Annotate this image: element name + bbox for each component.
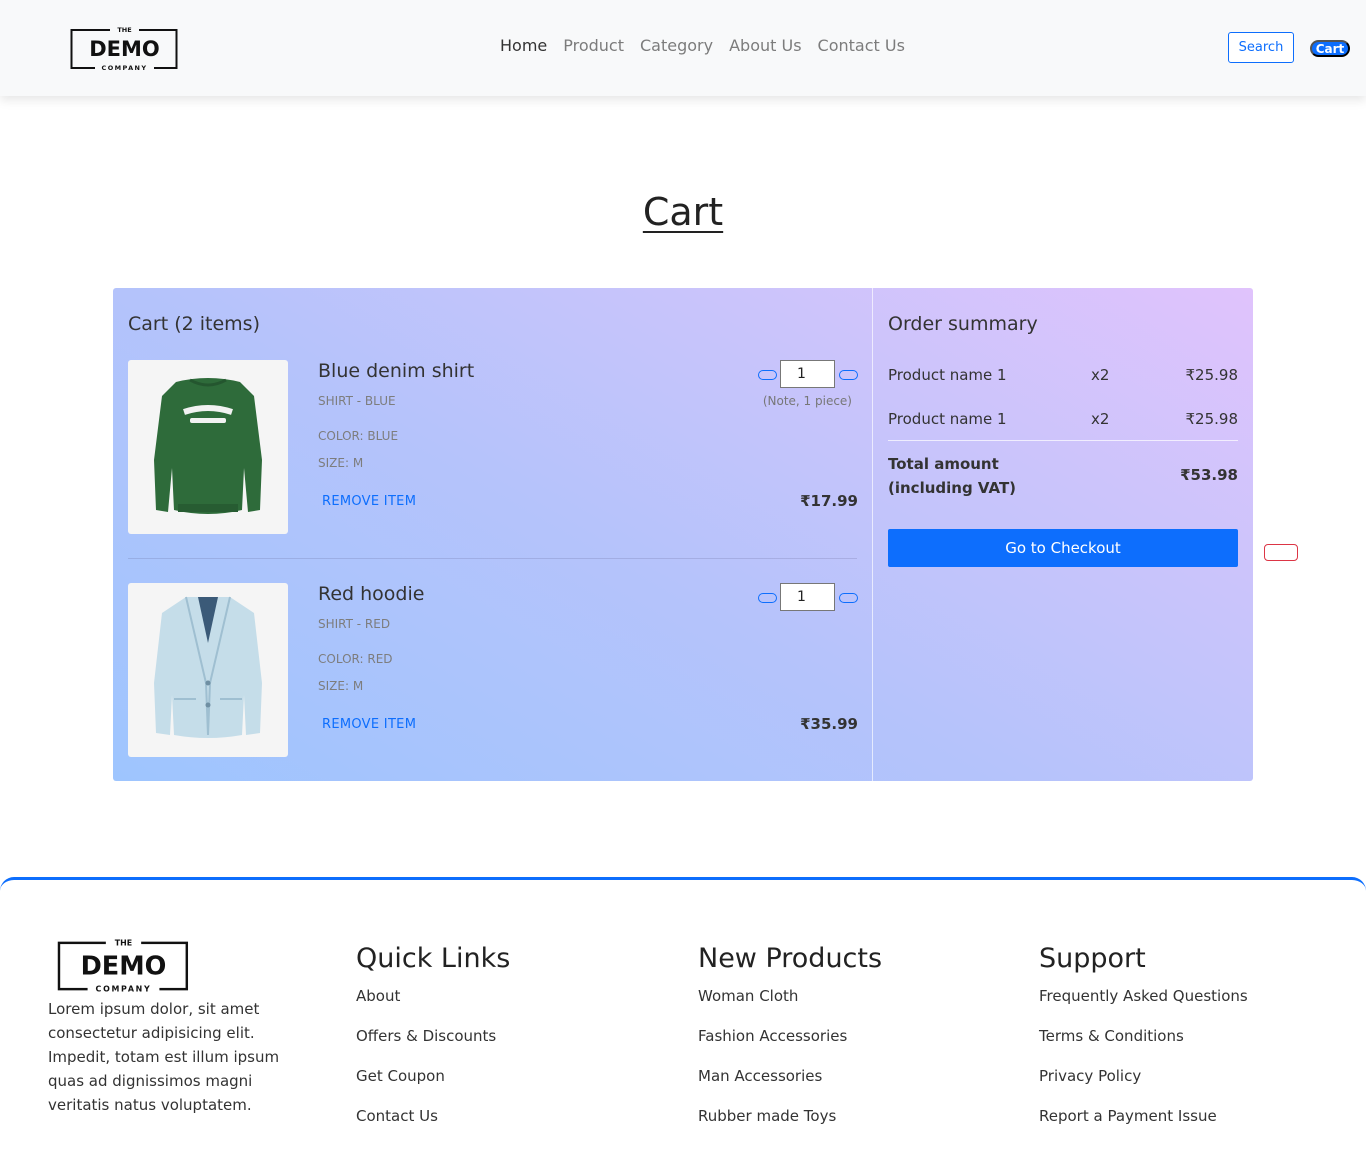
footer-description: Lorem ipsum dolor, sit amet consectetur … [48,1000,280,1114]
quantity-decrease-button[interactable] [758,593,777,603]
footer-column-new-products: New Products Woman Cloth Fashion Accesso… [698,943,882,1147]
total-label-line-2: (including VAT) [888,479,1017,497]
denim-jacket-image [128,583,288,757]
quantity-increase-button[interactable] [839,593,858,603]
logo-main-text: DEMO [89,37,160,61]
checkout-button[interactable]: Go to Checkout [888,529,1238,567]
footer-link[interactable]: Man Accessories [698,1067,882,1107]
footer-column-title: New Products [698,943,883,974]
remove-item-link[interactable]: REMOVE ITEM [322,494,416,509]
footer-link[interactable]: Fashion Accessories [698,1027,882,1067]
cart-button[interactable]: Cart [1310,40,1350,57]
summary-product-qty: x2 [1091,410,1110,428]
order-summary-title: Order summary [888,313,1038,335]
footer-logo-main-text: DEMO [81,952,167,982]
item-size: SIZE: M [318,456,364,470]
quantity-input[interactable] [780,360,835,388]
search-button[interactable]: Search [1228,32,1294,63]
panel-divider [872,288,873,781]
footer-link[interactable]: Get Coupon [356,1067,510,1107]
page-title: Cart [642,190,724,234]
company-logo[interactable]: THE DEMO COMPANY [70,26,179,72]
green-sweatshirt-image [128,360,288,534]
item-color: COLOR: BLUE [318,429,399,443]
footer-link[interactable]: Report a Payment Issue [1039,1107,1248,1147]
footer-logo[interactable]: THE DEMO COMPANY [56,938,191,994]
nav-link-contact-us[interactable]: Contact Us [818,36,905,55]
main-nav: Home Product Category About Us Contact U… [500,36,905,55]
total-label: Total amount (including VAT) [888,452,1016,500]
logo-bottom-text: COMPANY [102,64,148,72]
summary-product-name: Product name 1 [888,410,1007,428]
nav-link-home[interactable]: Home [500,36,547,55]
quantity-decrease-button[interactable] [758,370,777,380]
cart-items-title: Cart (2 items) [128,313,260,335]
nav-link-about-us[interactable]: About Us [729,36,801,55]
quantity-increase-button[interactable] [839,370,858,380]
total-label-line-1: Total amount [888,455,999,473]
footer-column-title: Support [1039,943,1146,974]
summary-product-price: ₹25.98 [1185,410,1239,428]
footer-link[interactable]: Rubber made Toys [698,1107,882,1147]
summary-product-name: Product name 1 [888,366,1007,384]
nav-link-product[interactable]: Product [563,36,624,55]
footer-link[interactable]: Privacy Policy [1039,1067,1248,1107]
quantity-input[interactable] [780,583,835,611]
summary-divider [888,440,1238,441]
item-divider [128,558,857,559]
item-name: Blue denim shirt [318,360,475,382]
navbar: THE DEMO COMPANY Home Product Category A… [0,0,1366,96]
footer-link[interactable]: Contact Us [356,1107,510,1147]
item-size: SIZE: M [318,679,364,693]
footer-column-quick-links: Quick Links About Offers & Discounts Get… [356,943,510,1147]
item-name: Red hoodie [318,583,425,605]
footer-link[interactable]: Frequently Asked Questions [1039,987,1248,1027]
item-color: COLOR: RED [318,652,393,666]
summary-product-price: ₹25.98 [1185,366,1239,384]
footer-logo-top-text: THE [115,938,132,947]
logo-top-text: THE [117,26,131,34]
footer-link[interactable]: Woman Cloth [698,987,882,1027]
footer-link[interactable]: Terms & Conditions [1039,1027,1248,1067]
summary-product-qty: x2 [1091,366,1110,384]
item-type: SHIRT - RED [318,617,391,631]
nav-link-category[interactable]: Category [640,36,713,55]
footer-link[interactable]: About [356,987,510,1027]
remove-item-link[interactable]: REMOVE ITEM [322,717,416,732]
outline-danger-button[interactable] [1264,544,1298,561]
cart-item: Blue denim shirt SHIRT - BLUE COLOR: BLU… [128,360,858,534]
footer-column-title: Quick Links [356,943,511,974]
cart-item: Red hoodie SHIRT - RED COLOR: RED SIZE: … [128,583,858,757]
item-price: ₹35.99 [800,715,858,733]
total-value: ₹53.98 [1180,466,1238,484]
footer-link[interactable]: Offers & Discounts [356,1027,510,1067]
cart-panel: Cart (2 items) Blue denim shirt SHIRT - … [113,288,1253,781]
item-type: SHIRT - BLUE [318,394,396,408]
footer-column-support: Support Frequently Asked Questions Terms… [1039,943,1248,1147]
item-price: ₹17.99 [800,492,858,510]
quantity-note: (Note, 1 piece) [762,394,852,408]
footer-logo-bottom-text: COMPANY [96,985,152,994]
footer: THE DEMO COMPANY Lorem ipsum dolor, sit … [0,877,1366,1161]
